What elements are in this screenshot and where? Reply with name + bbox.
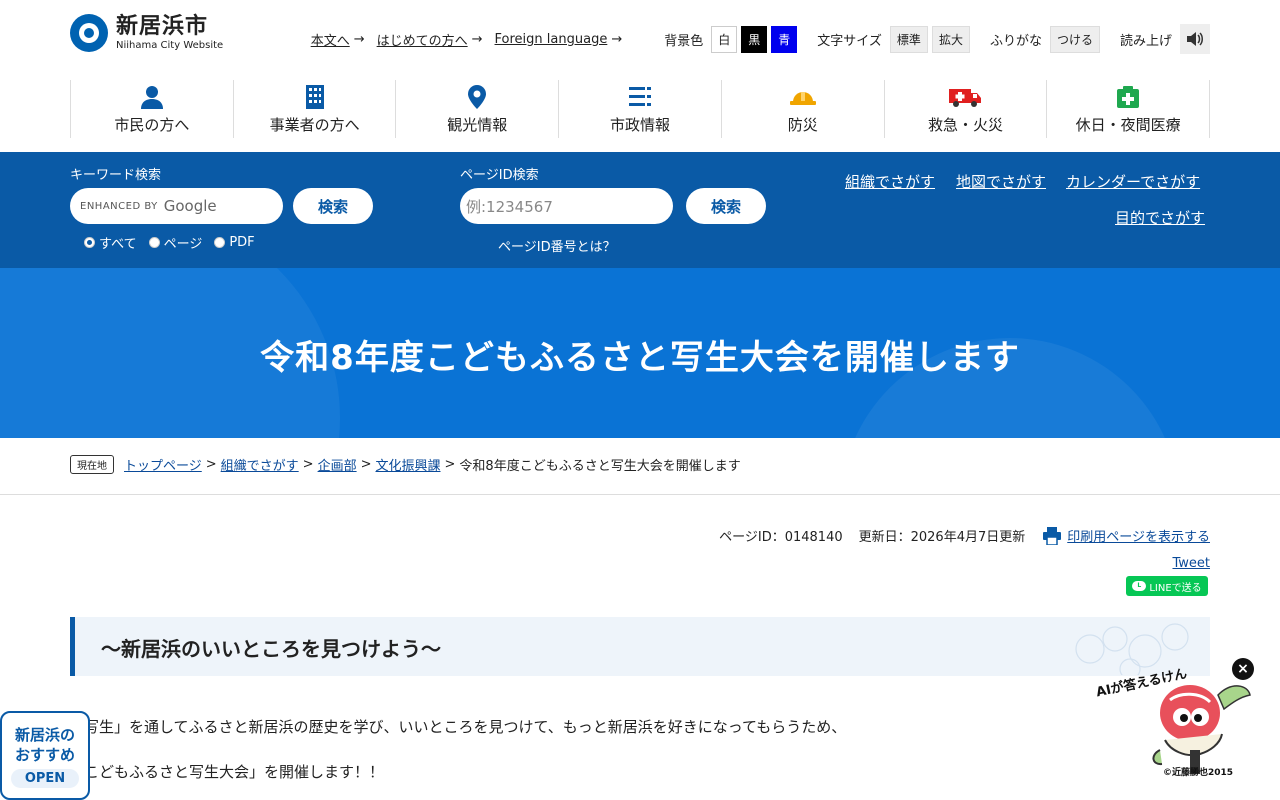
font-large-button[interactable]: 拡大 <box>931 25 970 53</box>
recommend-title: 新居浜の おすすめ <box>14 726 75 764</box>
search-by-map-link[interactable]: 地図でさがす <box>956 171 1046 192</box>
site-title: 新居浜市 <box>116 14 209 39</box>
recommend-widget[interactable]: 新居浜の おすすめ OPEN <box>0 711 90 800</box>
divider <box>0 494 1280 495</box>
gnav-label: 休日・夜間医療 <box>1075 115 1181 134</box>
read-aloud-label: 読み上げ <box>1119 33 1172 49</box>
map-pin-icon <box>468 84 487 110</box>
close-icon[interactable]: × <box>1232 658 1254 680</box>
person-icon <box>140 84 163 110</box>
bg-black-button[interactable]: 黒 <box>741 25 768 53</box>
tweet-link[interactable]: Tweet <box>1172 556 1210 571</box>
print-page-link[interactable]: 印刷用ページを表示する <box>1043 526 1210 545</box>
breadcrumb-current: 令和8年度こどもふるさと写生大会を開催します <box>459 459 741 474</box>
search-by-calendar-link[interactable]: カレンダーでさがす <box>1066 171 1200 192</box>
article-paragraph: 写生」を通してふるさと新居浜の歴史を学び、いいところを見つけて、もっと新居浜を好… <box>84 718 847 736</box>
mascot-copyright: ©近藤勝也2015 <box>1163 768 1234 778</box>
current-location-badge: 現在地 <box>70 455 114 474</box>
keyword-search-input[interactable]: ENHANCED BY Google <box>70 188 283 224</box>
page-hero: 令和8年度こどもふるさと写生大会を開催します <box>0 268 1280 438</box>
bg-white-button[interactable]: 白 <box>711 25 738 53</box>
skip-to-content-link[interactable]: 本文へ <box>311 30 350 49</box>
radio-icon <box>148 237 160 248</box>
page-title: 令和8年度こどもふるさと写生大会を開催します <box>260 338 1020 378</box>
section-heading: ～新居浜のいいところを見つけよう～ <box>70 617 1210 676</box>
search-scope-radios: すべて ページ PDF <box>84 233 267 252</box>
gnav-citizens[interactable]: 市民の方へ <box>71 80 234 138</box>
gnav-medical[interactable]: 休日・夜間医療 <box>1047 80 1211 138</box>
ambulance-icon <box>949 84 982 110</box>
breadcrumb-link[interactable]: 文化振興課 <box>376 455 441 474</box>
breadcrumb: 現在地 トップページ > 組織でさがす > 企画部 > 文化振興課 > 令和8年度こども… <box>70 455 741 474</box>
building-icon <box>305 84 324 110</box>
recommend-open-button[interactable]: OPEN <box>10 769 80 788</box>
gnav-label: 事業者の方へ <box>269 115 360 134</box>
foreign-language-link[interactable]: Foreign language <box>495 32 608 47</box>
page-meta: ページID：0148140 更新日：2026年4月7日更新 印刷用ページを表示す… <box>719 526 1210 545</box>
breadcrumb-link[interactable]: 組織でさがす <box>221 455 299 474</box>
section-heading-text: ～新居浜のいいところを見つけよう～ <box>101 637 441 661</box>
updated-date: 更新日：2026年4月7日更新 <box>858 530 1026 545</box>
article-paragraph: こどもふるさと写生大会」を開催します！！ <box>84 763 385 781</box>
breadcrumb-link[interactable]: 企画部 <box>318 455 357 474</box>
speaker-icon[interactable] <box>1180 24 1210 54</box>
gnav-emergency[interactable]: 救急・火災 <box>885 80 1048 138</box>
page-id-input[interactable]: 例:1234567 <box>460 188 673 224</box>
enhanced-by-text: ENHANCED BY <box>80 200 158 212</box>
first-aid-icon <box>1117 84 1140 110</box>
helmet-icon <box>789 84 816 110</box>
page-id-help-link[interactable]: ページID番号とは？ <box>498 236 616 255</box>
arrow-right-icon: → <box>611 31 623 47</box>
arrow-right-icon: → <box>353 31 365 47</box>
scope-all-radio[interactable]: すべて <box>84 233 137 252</box>
header-top: 新居浜市 Niihama City Website 本文へ → はじめての方へ → … <box>0 0 1280 76</box>
radio-icon <box>214 237 226 248</box>
line-share-button[interactable]: L LINEで送る <box>1126 576 1208 596</box>
furigana-label: ふりがな <box>989 33 1042 49</box>
google-wordmark: Google <box>163 197 217 215</box>
list-icon <box>629 84 652 110</box>
first-time-link[interactable]: はじめての方へ <box>377 30 468 49</box>
radio-selected-icon <box>84 237 95 248</box>
bg-color-label: 背景色 <box>664 33 704 49</box>
page-id-search-label: ページID検索 <box>460 168 539 183</box>
gnav-tourism[interactable]: 観光情報 <box>396 80 560 138</box>
arrow-right-icon: → <box>471 31 483 47</box>
keyword-search-label: キーワード検索 <box>70 168 162 183</box>
gnav-label: 観光情報 <box>447 115 508 134</box>
gnav-label: 市政情報 <box>610 115 671 134</box>
scope-pdf-radio[interactable]: PDF <box>214 233 255 252</box>
keyword-search-button[interactable]: 検索 <box>293 188 373 224</box>
gnav-label: 救急・火災 <box>927 115 1003 134</box>
printer-icon <box>1043 526 1062 545</box>
font-size-label: 文字サイズ <box>817 33 882 49</box>
furigana-button[interactable]: つける <box>1049 25 1100 53</box>
page-id-placeholder: 例:1234567 <box>466 197 553 216</box>
gnav-label: 市民の方へ <box>114 115 190 134</box>
site-logo[interactable]: 新居浜市 Niihama City Website <box>70 14 223 52</box>
line-logo-icon: L <box>1132 581 1147 591</box>
scope-page-radio[interactable]: ページ <box>148 233 202 252</box>
search-band: キーワード検索 ENHANCED BY Google 検索 すべて ページ PD… <box>0 152 1280 268</box>
utility-bar: 本文へ → はじめての方へ → Foreign language → 背景色 白 黒 … <box>299 24 1210 54</box>
site-subtitle: Niihama City Website <box>116 40 224 51</box>
breadcrumb-link[interactable]: トップページ <box>124 455 202 474</box>
global-nav: 市民の方へ 事業者の方へ 観光情報 市政情報 防災 救急・火災 休日・夜間医療 <box>70 80 1211 138</box>
city-emblem-icon <box>70 14 108 52</box>
gnav-city-info[interactable]: 市政情報 <box>559 80 722 138</box>
font-standard-button[interactable]: 標準 <box>889 25 928 53</box>
page-id-search-button[interactable]: 検索 <box>686 188 766 224</box>
gnav-label: 防災 <box>787 115 818 134</box>
bg-blue-button[interactable]: 青 <box>771 25 798 53</box>
gnav-business[interactable]: 事業者の方へ <box>234 80 397 138</box>
page-id-text: ページID：0148140 <box>719 530 843 545</box>
search-by-purpose-link[interactable]: 目的でさがす <box>1115 207 1205 228</box>
search-by-organization-link[interactable]: 組織でさがす <box>845 171 935 192</box>
gnav-disaster[interactable]: 防災 <box>722 80 885 138</box>
